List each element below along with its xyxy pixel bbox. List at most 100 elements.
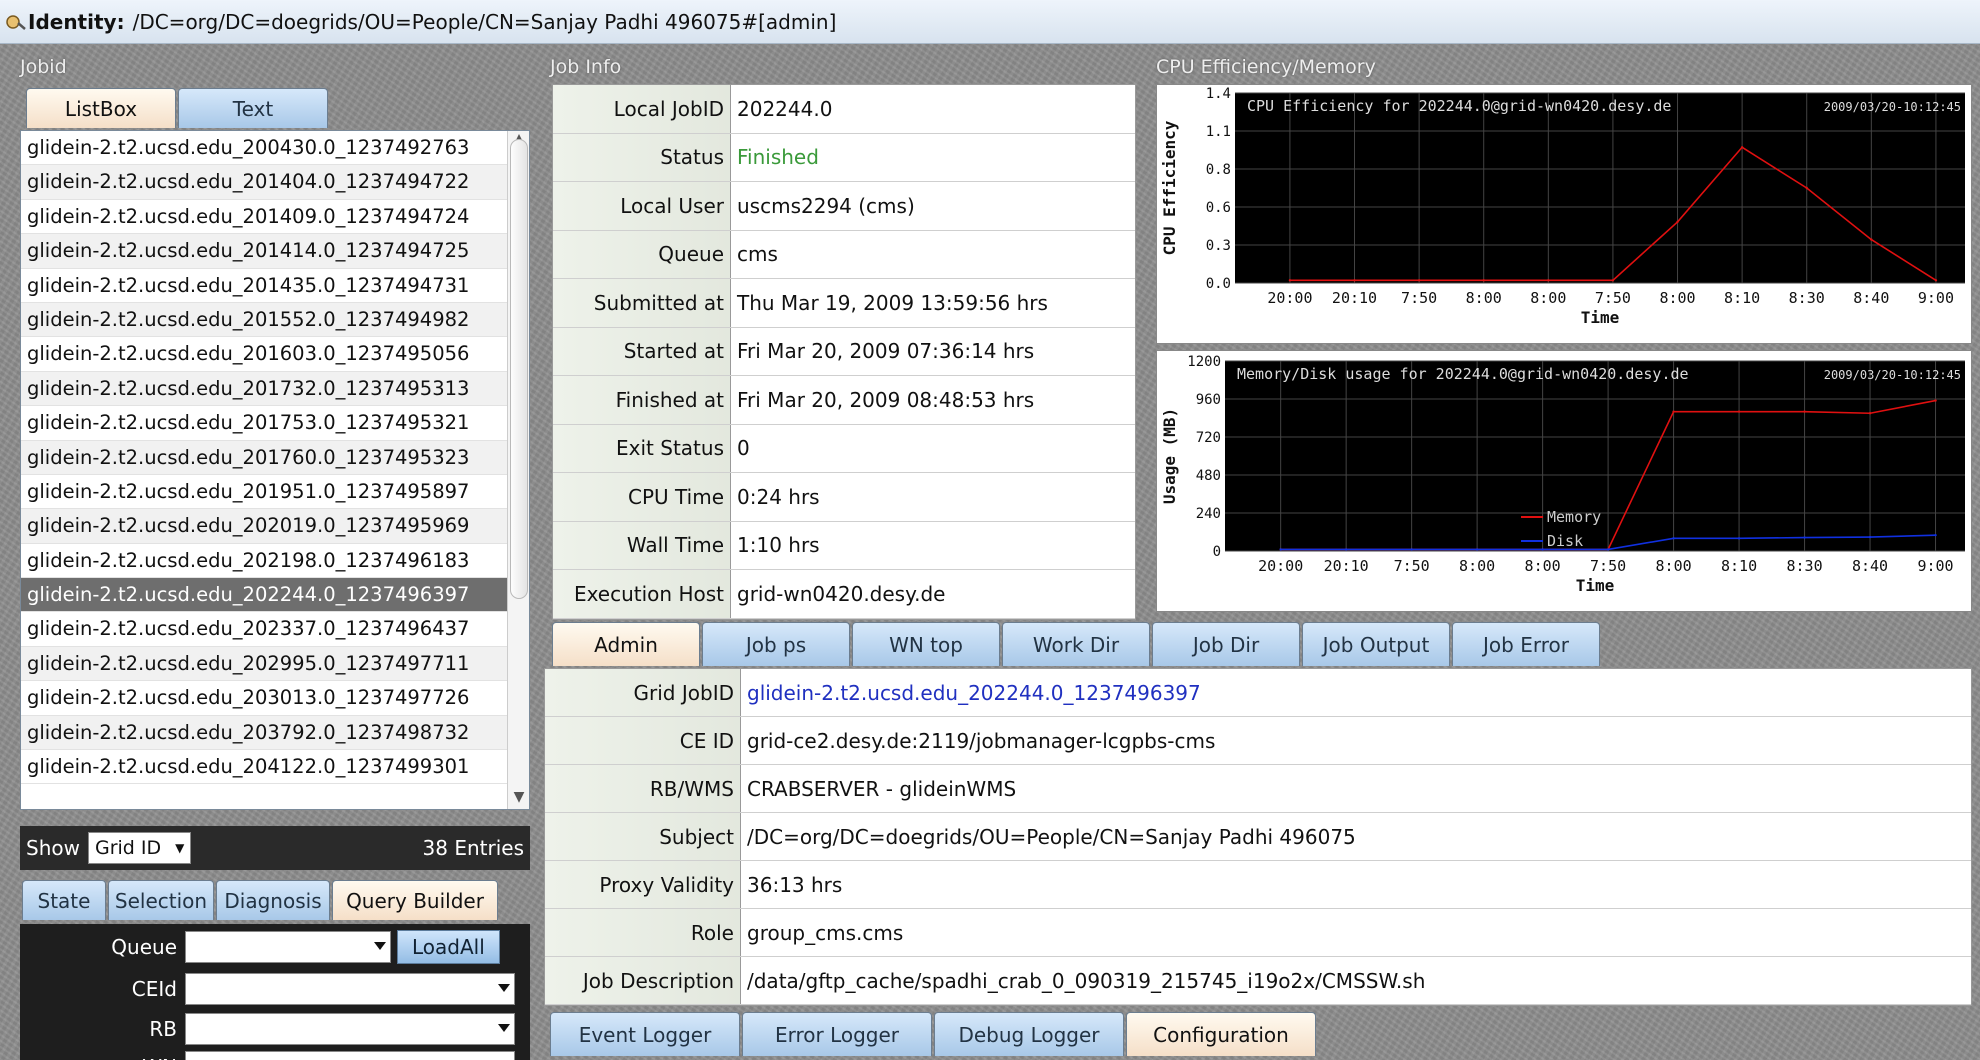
chart-title: Memory/Disk usage for 202244.0@grid-wn04…: [1237, 365, 1689, 383]
list-item[interactable]: glidein-2.t2.ucsd.edu_203792.0_123749873…: [21, 715, 529, 751]
data-point: [1803, 536, 1806, 539]
chart-timestamp: 2009/03/20-10:12:45: [1824, 368, 1961, 382]
list-item[interactable]: glidein-2.t2.ucsd.edu_201753.0_123749532…: [21, 406, 529, 441]
list-item[interactable]: glidein-2.t2.ucsd.edu_201414.0_123749472…: [21, 234, 529, 269]
list-item[interactable]: glidein-2.t2.ucsd.edu_201603.0_123749505…: [21, 337, 529, 372]
field-value: Fri Mar 20, 2009 07:36:14 hrs: [737, 339, 1035, 364]
y-tick-label: 1.4: [1206, 86, 1231, 102]
list-item[interactable]: glidein-2.t2.ucsd.edu_204122.0_123749930…: [21, 750, 529, 785]
data-point: [1417, 279, 1421, 282]
field-label: CPU Time: [553, 473, 731, 521]
show-select[interactable]: Grid ID ▼: [87, 832, 192, 864]
tab-text[interactable]: Text: [178, 88, 328, 128]
y-tick-label: 480: [1196, 468, 1221, 484]
rb-label: RB: [149, 1017, 177, 1041]
job-listbox[interactable]: glidein-2.t2.ucsd.edu_200430.0_123749276…: [20, 130, 530, 810]
table-row: Submitted at Thu Mar 19, 2009 13:59:56 hr…: [553, 279, 1135, 328]
data-point: [1934, 399, 1937, 402]
field-label: Role: [545, 909, 741, 956]
queue-label: Queue: [111, 935, 177, 959]
field-label: CE ID: [545, 717, 741, 764]
tab-state[interactable]: State: [22, 880, 106, 920]
tab-listbox[interactable]: ListBox: [26, 88, 176, 128]
tab-work-dir[interactable]: Work Dir: [1002, 622, 1150, 666]
chevron-down-icon: [498, 984, 510, 992]
list-item[interactable]: glidein-2.t2.ucsd.edu_202198.0_123749618…: [21, 544, 529, 579]
table-row: Wall Time 1:10 hrs: [553, 521, 1135, 570]
tab-error-logger[interactable]: Error Logger: [742, 1012, 932, 1056]
list-item[interactable]: glidein-2.t2.ucsd.edu_201951.0_123749589…: [21, 475, 529, 510]
memory-disk-chart: 20:00 20:10 7:50 8:00 8:00 7:50 8:00 8:10 8:30 8:…: [1156, 350, 1972, 612]
data-point: [1279, 548, 1282, 551]
y-tick-label: 0.3: [1206, 238, 1231, 254]
field-label: Grid JobID: [545, 669, 741, 716]
tab-debug-logger[interactable]: Debug Logger: [934, 1012, 1124, 1056]
loadall-button[interactable]: LoadAll: [397, 930, 500, 964]
table-row: Job Description/data/gftp_cache/spadhi_c…: [545, 957, 1971, 1005]
list-item[interactable]: glidein-2.t2.ucsd.edu_201760.0_123749532…: [21, 440, 529, 475]
field-label: Proxy Validity: [545, 861, 741, 908]
wn-select[interactable]: [185, 1051, 515, 1060]
tab-configuration[interactable]: Configuration: [1126, 1012, 1316, 1056]
field-value[interactable]: glidein-2.t2.ucsd.edu_202244.0_123749639…: [741, 681, 1201, 705]
ceid-select[interactable]: [185, 973, 515, 1005]
data-point: [1611, 279, 1615, 282]
memory-disk-svg: 20:00 20:10 7:50 8:00 8:00 7:50 8:00 8:10 8:30 8:…: [1160, 354, 1965, 595]
x-tick-label: 8:10: [1724, 289, 1760, 307]
tab-admin[interactable]: Admin: [552, 622, 700, 666]
tab-selection[interactable]: Selection: [108, 880, 214, 920]
tab-event-logger[interactable]: Event Logger: [550, 1012, 740, 1056]
x-tick-label: 8:00: [1466, 289, 1502, 307]
list-item[interactable]: glidein-2.t2.ucsd.edu_201435.0_123749473…: [21, 269, 529, 303]
listbox-scrollbar[interactable]: ▲ ▼: [507, 131, 529, 809]
y-axis-label: CPU Efficiency: [1160, 120, 1179, 255]
list-item[interactable]: glidein-2.t2.ucsd.edu_201404.0_123749472…: [21, 165, 529, 200]
tab-job-output[interactable]: Job Output: [1302, 622, 1450, 666]
tab-job-error[interactable]: Job Error: [1452, 622, 1600, 666]
cpu-efficiency-svg: 20:00 20:10 7:50 8:00 8:00 7:50 8:00 8:10 8:30 8:…: [1160, 86, 1965, 327]
table-row: Role group_cms.cms: [545, 909, 1971, 957]
y-tick-label: 960: [1196, 392, 1221, 408]
chevron-down-icon: [374, 942, 386, 950]
scrollbar-thumb[interactable]: [510, 139, 528, 599]
field-value: 0: [737, 436, 750, 461]
list-item[interactable]: glidein-2.t2.ucsd.edu_202995.0_123749771…: [21, 646, 529, 682]
chevron-down-icon: [498, 1024, 510, 1032]
field-value: 36:13 hrs: [747, 872, 843, 897]
x-tick-label: 7:50: [1401, 289, 1437, 307]
field-value: /data/gftp_cache/spadhi_crab_0_090319_21…: [747, 968, 1426, 993]
list-item[interactable]: glidein-2.t2.ucsd.edu_200430.0_123749276…: [21, 131, 529, 166]
field-label: Job Description: [545, 957, 741, 1004]
field-label: Started at: [553, 327, 731, 375]
list-item[interactable]: glidein-2.t2.ucsd.edu_203013.0_123749772…: [21, 681, 529, 716]
field-value: Fri Mar 20, 2009 08:48:53 hrs: [737, 387, 1035, 412]
x-axis-label: Time: [1581, 308, 1620, 327]
list-item[interactable]: glidein-2.t2.ucsd.edu_201409.0_123749472…: [21, 200, 529, 235]
list-item[interactable]: glidein-2.t2.ucsd.edu_202019.0_123749596…: [21, 509, 529, 544]
job-info-table: Local JobID 202244.0 Status Finished Local U…: [552, 84, 1136, 620]
list-item[interactable]: glidein-2.t2.ucsd.edu_202244.0_123749639…: [21, 578, 529, 613]
queue-select[interactable]: [185, 931, 391, 963]
tab-wn-top[interactable]: WN top: [852, 622, 1000, 666]
list-item[interactable]: glidein-2.t2.ucsd.edu_202337.0_123749643…: [21, 612, 529, 647]
chevron-down-icon: ▼: [175, 841, 185, 855]
entries-count: 38 Entries: [422, 836, 524, 860]
field-label: Finished at: [553, 376, 731, 424]
show-select-value: Grid ID: [94, 837, 162, 859]
x-tick-label: 8:00: [1530, 289, 1566, 307]
list-item[interactable]: glidein-2.t2.ucsd.edu_201552.0_123749498…: [21, 302, 529, 338]
x-tick-label: 20:00: [1267, 289, 1312, 307]
tab-diagnosis[interactable]: Diagnosis: [216, 880, 330, 920]
x-tick-label: 9:00: [1918, 289, 1954, 307]
list-item[interactable]: glidein-2.t2.ucsd.edu_201732.0_123749531…: [21, 371, 529, 407]
x-tick-label: 8:40: [1853, 289, 1889, 307]
rb-select[interactable]: [185, 1013, 515, 1045]
show-label: Show: [26, 836, 80, 860]
tab-job-dir[interactable]: Job Dir: [1152, 622, 1300, 666]
data-point: [1606, 548, 1610, 551]
scroll-down-icon[interactable]: ▼: [508, 789, 529, 809]
tab-query-builder[interactable]: Query Builder: [332, 880, 498, 920]
field-label: Status: [553, 133, 731, 181]
tab-job-ps[interactable]: Job ps: [702, 622, 850, 666]
plot-area: [1235, 93, 1965, 283]
